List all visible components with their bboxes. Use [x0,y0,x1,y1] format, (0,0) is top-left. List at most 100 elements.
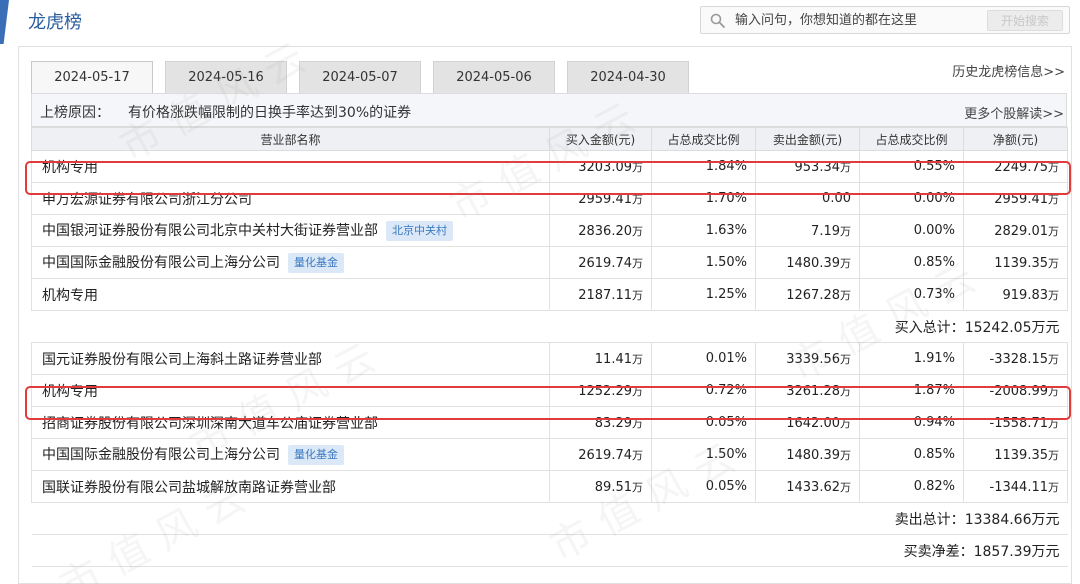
table-cell: 0.72% [651,374,756,407]
branch-name[interactable]: 国元证券股份有限公司上海斜土路证券营业部 [42,352,322,368]
table-row[interactable]: 机构专用 2187.11万 1.25% 1267.28万 0.73% 919.83万 [31,278,1068,311]
cell-unit: 万 [1048,224,1059,238]
history-link[interactable]: 历史龙虎榜信息>> [952,61,1065,80]
total-cell: 买入总计：15242.05万元 [31,310,1068,343]
tab-2024-05-17[interactable]: 2024-05-17 [31,61,153,93]
branch-tag[interactable]: 北京中关村 [386,221,453,241]
cell-unit: 万 [840,448,851,462]
cell-value: 0.73% [913,287,955,302]
table-cell: 2959.41万 [549,182,652,215]
table-cell: 1.84% [651,150,756,183]
cell-value: 0.55% [913,159,955,174]
table-row[interactable]: 中国国际金融股份有限公司上海分公司 量化基金 2619.74万 1.50% 1480.3… [31,246,1068,279]
dragon-tiger-panel: 2024-05-17 2024-05-16 2024-05-07 2024-05-06… [18,29,1072,584]
branch-name[interactable]: 机构专用 [42,160,98,176]
cell-value: 2249.75 [994,159,1048,175]
cell-unit: 万 [1048,160,1059,174]
branch-name[interactable]: 申万宏源证券有限公司浙江分公司 [42,192,252,208]
cell-value: 0.85% [913,255,955,270]
table-cell: 2619.74万 [549,438,652,471]
table-cell: 89.51万 [549,470,652,503]
cell-value: 11.41 [594,351,632,367]
table-row[interactable]: 国联证券股份有限公司盐城解放南路证券营业部 89.51万 0.05% 1433.62万… [31,470,1068,503]
table-row[interactable]: 中国国际金融股份有限公司上海分公司 量化基金 2619.74万 1.50% 1480.3… [31,438,1068,471]
table-cell: 1642.00万 [755,406,860,439]
cell-value: 1.50% [705,255,747,270]
cell-value: 2829.01 [994,223,1048,239]
table-cell: 3261.28万 [755,374,860,407]
cell-unit: 万 [1048,416,1059,430]
table-row[interactable]: 机构专用 3203.09万 1.84% 953.34万 0.55% 2249.75万 [31,150,1068,183]
cell-unit: 万 [632,192,643,206]
cell-value: 0.85% [913,447,955,462]
branch-name[interactable]: 中国国际金融股份有限公司上海分公司 [42,255,280,271]
cell-unit: 万 [632,224,643,238]
cell-value: 0.05% [705,415,747,430]
search-input[interactable] [735,9,975,31]
cell-value: -3328.15 [989,351,1048,367]
cell-value: 0.94% [913,415,955,430]
table-row[interactable]: 申万宏源证券有限公司浙江分公司 2959.41万 1.70% 0.00 0.00% 295… [31,182,1068,215]
table-cell: 1252.29万 [549,374,652,407]
cell-value: 1.91% [913,351,955,366]
table-cell: 1480.39万 [755,438,860,471]
table-cell: 0.55% [859,150,964,183]
tab-2024-05-07[interactable]: 2024-05-07 [299,61,421,93]
cell-unit: 万 [632,416,643,430]
table-row[interactable]: 机构专用 1252.29万 0.72% 3261.28万 1.87% -2008.99万 [31,374,1068,407]
branch-name[interactable]: 机构专用 [42,384,98,400]
reason-label: 上榜原因： [40,105,110,121]
table-cell: 3203.09万 [549,150,652,183]
cell-value: 1139.35 [994,447,1048,463]
branch-name-cell: 中国国际金融股份有限公司上海分公司 量化基金 [31,438,550,471]
search-icon[interactable] [709,12,727,30]
branch-tag[interactable]: 量化基金 [288,253,344,273]
cell-unit: 万 [1048,384,1059,398]
column-header: 占总成交比例 [859,127,964,151]
cell-value: 1480.39 [786,447,840,463]
tab-2024-04-30[interactable]: 2024-04-30 [567,61,689,93]
column-header: 营业部名称 [31,127,550,151]
branch-name[interactable]: 国联证券股份有限公司盐城解放南路证券营业部 [42,480,336,496]
tab-2024-05-06[interactable]: 2024-05-06 [433,61,555,93]
cell-value: 1.70% [705,191,747,206]
cell-value: 1.87% [913,383,955,398]
cell-value: 1.84% [705,159,747,174]
branch-name[interactable]: 中国银河证券股份有限公司北京中关村大街证券营业部 [42,223,378,239]
table-cell: 0.00% [859,182,964,215]
table-row[interactable]: 招商证券股份有限公司深圳深南大道车公庙证券营业部 83.29万 0.05% 1642.… [31,406,1068,439]
table-cell: 953.34万 [755,150,860,183]
cell-unit: 万 [1048,352,1059,366]
tab-2024-05-16[interactable]: 2024-05-16 [165,61,287,93]
column-header: 净额(元) [963,127,1068,151]
branch-name[interactable]: 中国国际金融股份有限公司上海分公司 [42,447,280,463]
search-box: 开始搜索 [700,6,1070,34]
table-cell: 0.00% [859,214,964,247]
accent-stripe [0,0,9,44]
cell-value: 0.00% [913,191,955,206]
table-cell: 919.83万 [963,278,1068,311]
total-value: 13384.66万元 [964,511,1060,528]
cell-unit: 万 [1048,192,1059,206]
page-title: 龙虎榜 [28,12,82,33]
table-cell: 1480.39万 [755,246,860,279]
table-row[interactable]: 中国银河证券股份有限公司北京中关村大街证券营业部 北京中关村 2836.20万 1.6… [31,214,1068,247]
table-cell: 1.91% [859,342,964,375]
total-label: 卖出总计： [894,511,965,528]
cell-value: 0.01% [705,351,747,366]
branch-name-cell: 国元证券股份有限公司上海斜土路证券营业部 [31,342,550,375]
table-row[interactable]: 国元证券股份有限公司上海斜土路证券营业部 11.41万 0.01% 3339.56万 1… [31,342,1068,375]
search-button[interactable]: 开始搜索 [987,10,1063,31]
table-cell: 0.73% [859,278,964,311]
cell-unit: 万 [840,352,851,366]
table-cell: 2829.01万 [963,214,1068,247]
cell-value: 1252.29 [578,383,632,399]
table-cell: 0.01% [651,342,756,375]
table-cell: 1139.35万 [963,246,1068,279]
branch-tag[interactable]: 量化基金 [288,445,344,465]
total-cell: 买卖净差：1857.39万元 [31,534,1068,567]
more-analysis-link[interactable]: 更多个股解读>> [964,103,1064,122]
branch-name[interactable]: 招商证券股份有限公司深圳深南大道车公庙证券营业部 [42,416,378,432]
branch-name[interactable]: 机构专用 [42,288,98,304]
cell-value: 89.51 [594,479,632,495]
